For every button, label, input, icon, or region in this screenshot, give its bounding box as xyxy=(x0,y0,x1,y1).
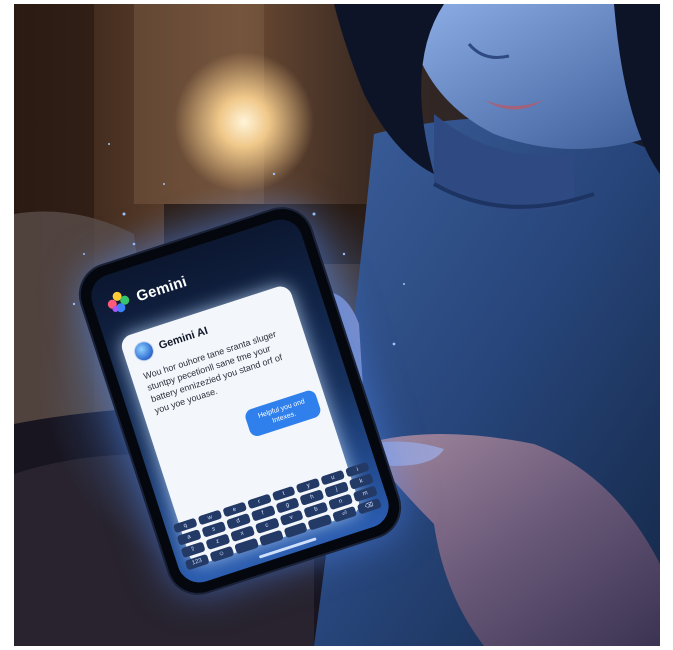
app-header: Gemini xyxy=(105,269,190,317)
sender-name: Gemini AI xyxy=(157,324,210,353)
photo-frame: Gemini Gemini AI Wou hor ouhore tane sra… xyxy=(14,4,660,646)
gemini-sparkle-icon xyxy=(105,289,133,317)
bot-avatar-icon xyxy=(131,338,157,364)
user-reply-bubble[interactable]: Helpful you ond Intexes. xyxy=(243,388,323,439)
app-title: Gemini xyxy=(134,272,189,305)
